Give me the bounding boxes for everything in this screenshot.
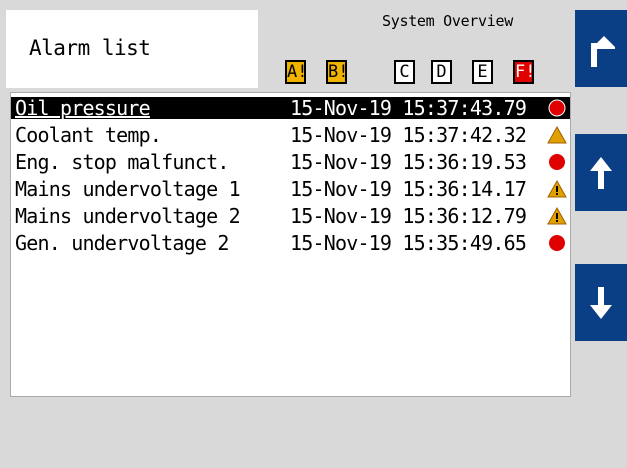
shutdown-alarm-icon (549, 235, 565, 251)
alarm-name: Gen. undervoltage 2 (15, 231, 229, 255)
alarm-group-b-badge[interactable]: B! (326, 60, 348, 84)
alarm-timestamp: 15-Nov-19 15:35:49.65 (290, 231, 527, 255)
page-title-panel: Alarm list (6, 10, 258, 88)
alarm-name: Mains undervoltage 1 (15, 177, 241, 201)
alarm-name: Mains undervoltage 2 (15, 204, 241, 228)
alarm-timestamp: 15-Nov-19 15:36:14.17 (290, 177, 527, 201)
alarm-timestamp: 15-Nov-19 15:37:42.32 (290, 123, 527, 147)
alarm-name: Coolant temp. (15, 123, 162, 147)
alarm-row[interactable]: Oil pressure 15-Nov-19 15:37:43.79 (11, 97, 570, 119)
shutdown-alarm-icon (549, 154, 565, 170)
scroll-up-button[interactable] (575, 134, 627, 211)
warning-alarm-icon (547, 180, 567, 198)
alarm-row[interactable]: Gen. undervoltage 2 15-Nov-19 15:35:49.6… (11, 232, 570, 254)
alarm-group-f-badge[interactable]: F! (513, 60, 535, 84)
shutdown-alarm-icon (548, 99, 566, 117)
system-overview-label[interactable]: System Overview (382, 12, 513, 30)
return-arrow-icon (591, 35, 615, 67)
warning-alarm-icon (547, 126, 567, 144)
alarm-name: Eng. stop malfunct. (15, 150, 229, 174)
arrow-up-icon (590, 156, 612, 189)
alarm-row[interactable]: Coolant temp. 15-Nov-19 15:37:42.32 (11, 124, 570, 146)
alarm-group-a-badge[interactable]: A! (285, 60, 307, 84)
alarm-name: Oil pressure (15, 96, 151, 120)
alarm-timestamp: 15-Nov-19 15:37:43.79 (290, 96, 527, 120)
alarm-row[interactable]: Mains undervoltage 1 15-Nov-19 15:36:14.… (11, 178, 570, 200)
alarm-row[interactable]: Eng. stop malfunct. 15-Nov-19 15:36:19.5… (11, 151, 570, 173)
arrow-down-icon (590, 286, 612, 319)
scroll-down-button[interactable] (575, 264, 627, 341)
alarm-timestamp: 15-Nov-19 15:36:19.53 (290, 150, 527, 174)
alarm-group-e-badge[interactable]: E (472, 60, 493, 84)
alarm-list[interactable]: Oil pressure 15-Nov-19 15:37:43.79 Coola… (10, 92, 571, 397)
warning-alarm-icon (547, 207, 567, 225)
page-title: Alarm list (29, 36, 151, 60)
alarm-timestamp: 15-Nov-19 15:36:12.79 (290, 204, 527, 228)
return-button[interactable] (575, 10, 627, 87)
alarm-group-c-badge[interactable]: C (394, 60, 415, 84)
alarm-row[interactable]: Mains undervoltage 2 15-Nov-19 15:36:12.… (11, 205, 570, 227)
alarm-group-d-badge[interactable]: D (431, 60, 452, 84)
